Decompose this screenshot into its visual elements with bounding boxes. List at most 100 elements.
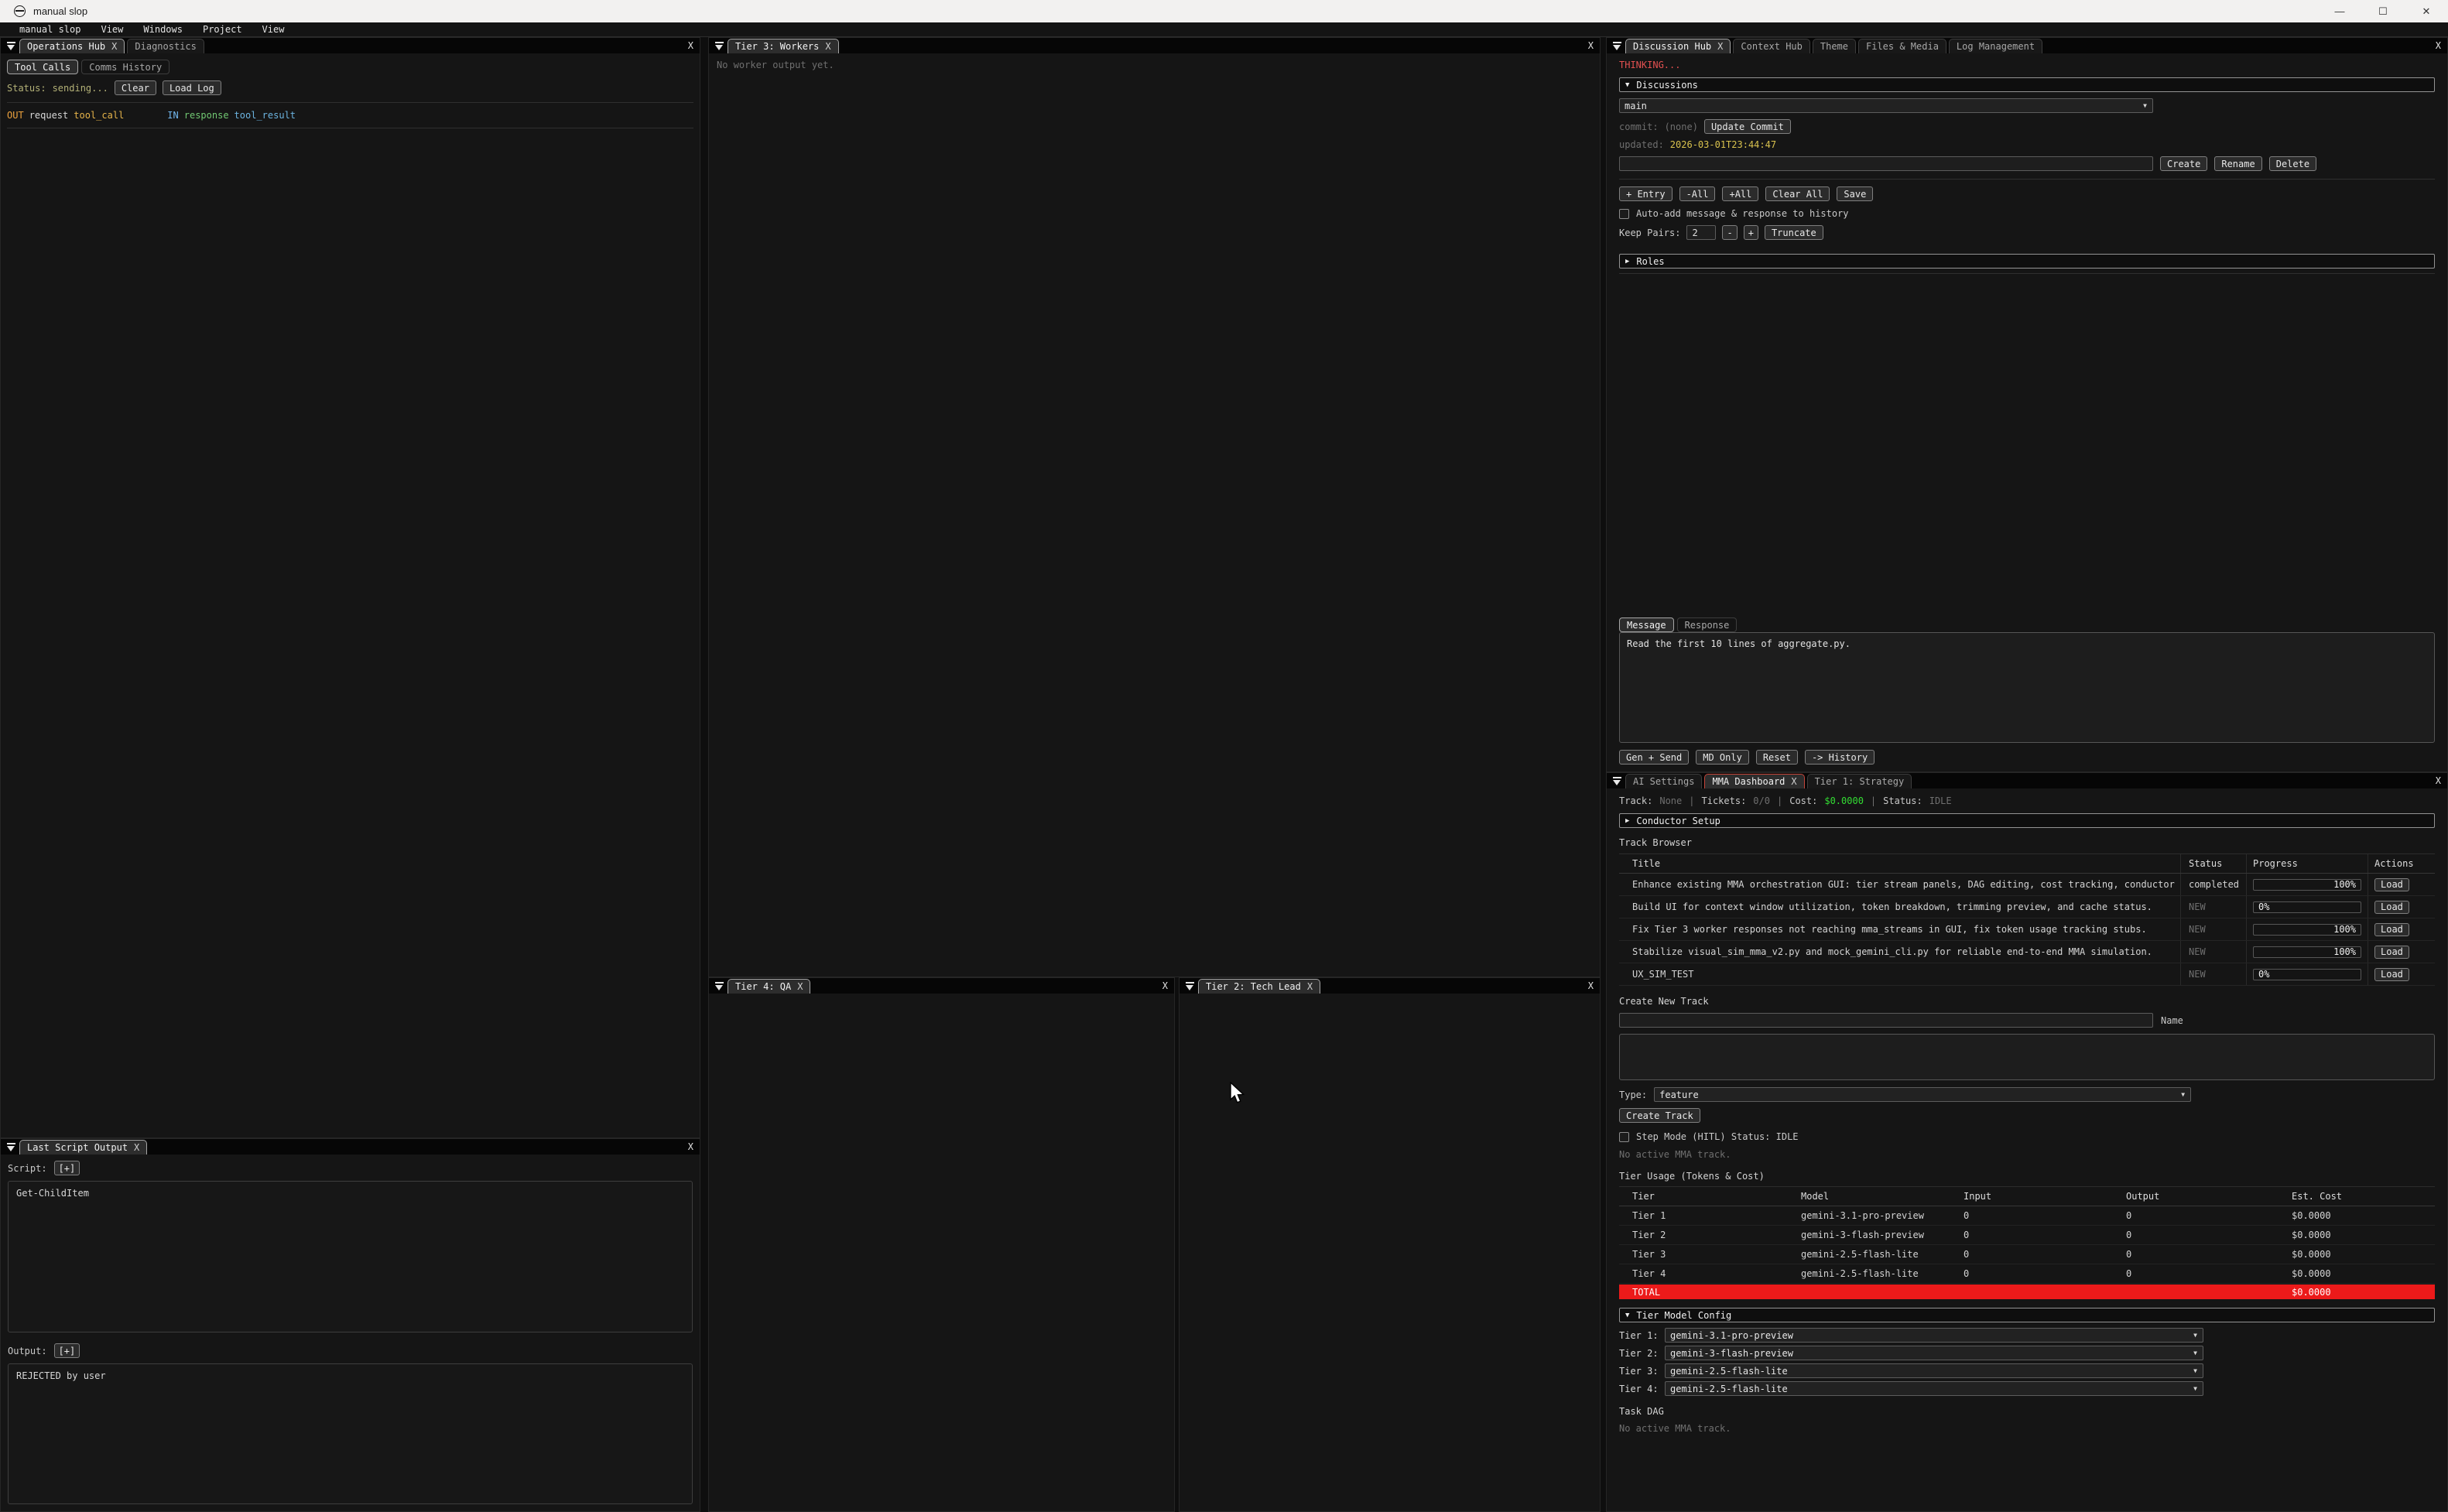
update-commit-button[interactable]: Update Commit [1704, 119, 1791, 134]
total-label: TOTAL [1619, 1287, 1788, 1298]
maximize-icon[interactable]: ☐ [2361, 0, 2405, 22]
tab-label: Last Script Output [27, 1142, 128, 1153]
tab-close-icon[interactable]: X [797, 981, 803, 992]
output-expand-button[interactable]: [+] [54, 1343, 80, 1358]
tab-close-icon[interactable]: X [1307, 981, 1313, 992]
panel-close-icon[interactable]: X [688, 40, 700, 51]
track-browser-title: Track Browser [1619, 837, 2435, 848]
save-button[interactable]: Save [1837, 186, 1873, 201]
tab-context-hub[interactable]: Context Hub [1733, 39, 1809, 53]
tab-theme[interactable]: Theme [1813, 39, 1856, 53]
tab-response[interactable]: Response [1677, 617, 1738, 632]
track-type-select[interactable]: feature ▼ [1654, 1087, 2191, 1102]
load-log-button[interactable]: Load Log [163, 80, 221, 95]
subtab-comms-history[interactable]: Comms History [81, 60, 169, 74]
tab-close-icon[interactable]: X [1717, 41, 1723, 52]
tab-close-icon[interactable]: X [825, 41, 830, 52]
new-track-description-textarea[interactable] [1619, 1034, 2435, 1080]
tab-log-management[interactable]: Log Management [1949, 39, 2042, 53]
keep-pairs-input[interactable]: 2 [1686, 225, 1716, 240]
panel-close-icon[interactable]: X [2436, 775, 2447, 786]
menu-project[interactable]: Project [203, 24, 242, 35]
panel-menu-icon[interactable] [1611, 775, 1623, 787]
tier2-model-select[interactable]: gemini-3-flash-preview ▼ [1665, 1346, 2203, 1360]
discussion-select[interactable]: main ▼ [1619, 98, 2153, 113]
tab-files-media[interactable]: Files & Media [1858, 39, 1946, 53]
new-track-name-input[interactable] [1619, 1013, 2153, 1028]
autoadd-checkbox[interactable] [1619, 209, 1629, 219]
tab-close-icon[interactable]: X [1791, 776, 1796, 787]
message-textarea[interactable]: Read the first 10 lines of aggregate.py. [1619, 632, 2435, 743]
tab-close-icon[interactable]: X [134, 1142, 139, 1153]
panel-close-icon[interactable]: X [1588, 40, 1600, 51]
menu-view-2[interactable]: View [262, 24, 285, 35]
message-block: Message Response Read the first 10 lines… [1619, 617, 2435, 765]
create-track-button[interactable]: Create Track [1619, 1108, 1700, 1123]
md-only-button[interactable]: MD Only [1696, 750, 1749, 765]
clear-button[interactable]: Clear [115, 80, 156, 95]
panel-close-icon[interactable]: X [1588, 980, 1600, 991]
discussions-section-header[interactable]: ▼ Discussions [1619, 77, 2435, 92]
panel-menu-icon[interactable] [1611, 40, 1623, 52]
panel-menu-icon[interactable] [5, 1141, 17, 1153]
gen-send-button[interactable]: Gen + Send [1619, 750, 1689, 765]
tab-tier1-strategy[interactable]: Tier 1: Strategy [1807, 774, 1912, 788]
minimize-icon[interactable]: — [2318, 0, 2361, 22]
tab-tier2-tech-lead[interactable]: Tier 2: Tech Lead X [1198, 979, 1320, 994]
rename-button[interactable]: Rename [2214, 156, 2261, 171]
tab-discussion-hub[interactable]: Discussion Hub X [1625, 39, 1731, 53]
plus-all-button[interactable]: +All [1722, 186, 1758, 201]
tab-diagnostics[interactable]: Diagnostics [127, 39, 204, 53]
panel-close-icon[interactable]: X [688, 1141, 700, 1152]
script-text-box[interactable]: Get-ChildItem [8, 1181, 693, 1332]
conductor-setup-header[interactable]: ▶ Conductor Setup [1619, 813, 2435, 828]
tab-mma-dashboard[interactable]: MMA Dashboard X [1704, 774, 1804, 788]
panel-close-icon[interactable]: X [2436, 40, 2447, 51]
subtab-tool-calls[interactable]: Tool Calls [7, 60, 78, 74]
tier1-model-select[interactable]: gemini-3.1-pro-preview ▼ [1665, 1328, 2203, 1343]
minus-all-button[interactable]: -All [1679, 186, 1716, 201]
panel-close-icon[interactable]: X [1162, 980, 1174, 991]
delete-button[interactable]: Delete [2269, 156, 2316, 171]
panel-menu-icon[interactable] [1184, 980, 1196, 992]
tier3-model-select[interactable]: gemini-2.5-flash-lite ▼ [1665, 1363, 2203, 1378]
roles-section-header[interactable]: ▶ Roles [1619, 254, 2435, 269]
to-history-button[interactable]: -> History [1805, 750, 1875, 765]
tier4-model-select[interactable]: gemini-2.5-flash-lite ▼ [1665, 1381, 2203, 1396]
tab-operations-hub[interactable]: Operations Hub X [19, 39, 125, 53]
menu-windows[interactable]: Windows [143, 24, 183, 35]
load-button[interactable]: Load [2374, 946, 2409, 959]
tab-tier4-qa[interactable]: Tier 4: QA X [728, 979, 810, 994]
tab-close-icon[interactable]: X [111, 41, 117, 52]
clear-all-button[interactable]: Clear All [1765, 186, 1830, 201]
reset-button[interactable]: Reset [1756, 750, 1798, 765]
tab-last-script-output[interactable]: Last Script Output X [19, 1140, 147, 1155]
tab-message[interactable]: Message [1619, 617, 1674, 632]
create-button[interactable]: Create [2160, 156, 2207, 171]
load-button[interactable]: Load [2374, 923, 2409, 936]
close-icon[interactable]: ✕ [2405, 0, 2448, 22]
load-button[interactable]: Load [2374, 901, 2409, 914]
track-browser-table: Title Status Progress Actions Enhance ex… [1619, 853, 2435, 986]
load-button[interactable]: Load [2374, 878, 2409, 891]
load-button[interactable]: Load [2374, 968, 2409, 981]
keep-pairs-increment-button[interactable]: + [1744, 225, 1758, 240]
tab-tier3-workers[interactable]: Tier 3: Workers X [728, 39, 839, 53]
panel-menu-icon[interactable] [714, 980, 725, 992]
script-expand-button[interactable]: [+] [54, 1161, 80, 1175]
column-header-status: Status [2180, 854, 2246, 873]
tab-ai-settings[interactable]: AI Settings [1625, 774, 1702, 788]
output-text-box[interactable]: REJECTED by user [8, 1363, 693, 1504]
truncate-button[interactable]: Truncate [1765, 225, 1823, 240]
message-tabs: Message Response [1619, 617, 2435, 632]
menu-view-1[interactable]: View [101, 24, 123, 35]
menu-manual-slop[interactable]: manual slop [19, 24, 80, 35]
status-value: sending... [53, 83, 108, 94]
add-entry-button[interactable]: + Entry [1619, 186, 1673, 201]
discussion-name-input[interactable] [1619, 156, 2153, 171]
panel-menu-icon[interactable] [714, 40, 725, 52]
panel-menu-icon[interactable] [5, 40, 17, 52]
keep-pairs-decrement-button[interactable]: - [1722, 225, 1737, 240]
tier-model-config-header[interactable]: ▼ Tier Model Config [1619, 1308, 2435, 1322]
step-mode-checkbox[interactable] [1619, 1132, 1629, 1142]
